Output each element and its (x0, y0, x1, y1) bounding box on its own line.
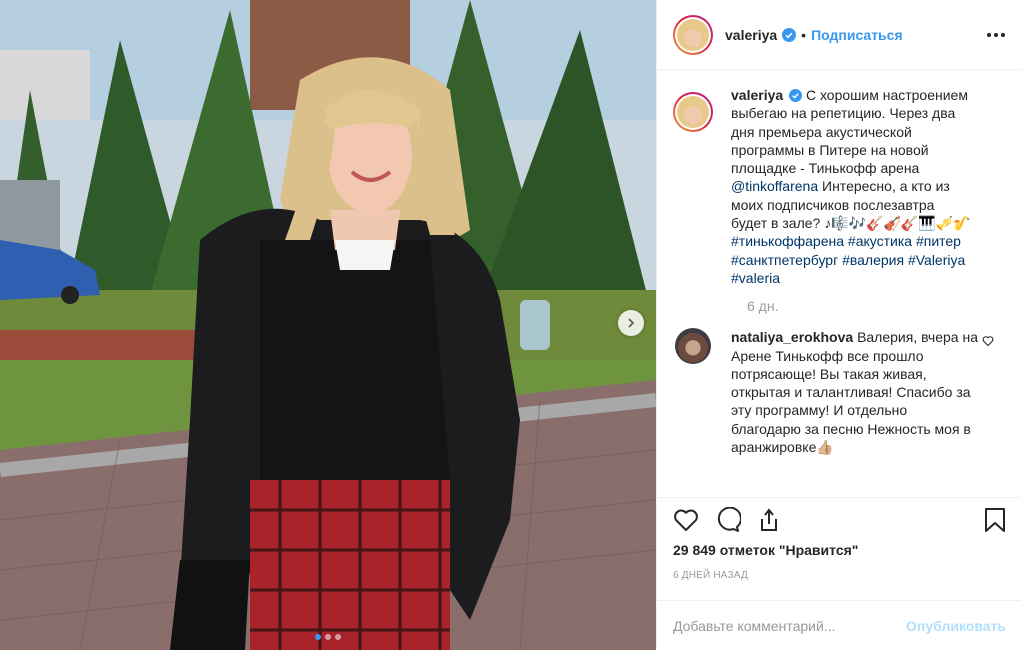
carousel-dot-3 (335, 634, 341, 640)
carousel-next-button[interactable] (618, 310, 644, 336)
caption-emoji: ♪🎼🎶🎸🎻🎸🎹🎺🎷 (824, 215, 971, 232)
caption-time[interactable]: 6 дн. (747, 298, 1006, 314)
post-photo[interactable] (0, 0, 656, 650)
caption-text: valeriya С хорошим настроением выбегаю н… (731, 86, 971, 287)
verified-badge-icon (782, 27, 797, 42)
carousel-dot-2 (325, 634, 331, 640)
post-header: valeriya • Подписаться (657, 0, 1021, 70)
carousel-dot-1 (315, 634, 321, 640)
header-separator: • (801, 26, 807, 43)
heart-icon[interactable] (673, 508, 699, 532)
caption-hashtags[interactable]: #тинькоффарена #акустика #питер #санктпе… (731, 233, 965, 286)
comments-section[interactable]: valeriya С хорошим настроением выбегаю н… (657, 70, 1021, 497)
more-options-icon[interactable] (987, 32, 1005, 37)
comment-text: nataliya_erokhova Валерия, вчера на Арен… (731, 328, 979, 456)
publish-button[interactable]: Опубликовать (906, 618, 1006, 634)
likes-count[interactable]: 29 849 отметок "Нравится" (673, 542, 1006, 558)
action-icons (673, 500, 1006, 540)
photo-illustration (0, 0, 656, 650)
add-comment-bar: Опубликовать (657, 600, 1021, 650)
commenter-avatar[interactable] (675, 328, 711, 365)
comment-item: nataliya_erokhova Валерия, вчера на Арен… (673, 328, 1006, 456)
verified-badge-icon (789, 89, 803, 102)
caption-avatar[interactable] (673, 92, 713, 132)
author-username[interactable]: valeriya (725, 27, 777, 43)
comment-like-heart-icon[interactable] (982, 334, 994, 350)
chevron-right-icon (626, 318, 636, 328)
caption-username[interactable]: valeriya (731, 87, 783, 103)
share-icon[interactable] (757, 507, 781, 533)
bookmark-icon[interactable] (984, 507, 1006, 533)
follow-button[interactable]: Подписаться (811, 27, 903, 43)
caption-mention-link[interactable]: @tinkoffarena (731, 178, 818, 194)
comment-icon[interactable] (715, 507, 741, 533)
post-timestamp[interactable]: 6 ДНЕЙ НАЗАД (673, 570, 1006, 581)
post-actions: 29 849 отметок "Нравится" 6 ДНЕЙ НАЗАД (657, 497, 1021, 581)
comment-input[interactable] (673, 617, 907, 634)
author-avatar[interactable] (673, 14, 713, 55)
post-caption: valeriya С хорошим настроением выбегаю н… (673, 86, 1006, 287)
post-panel: valeriya • Подписаться valeriya С хороши… (656, 0, 1021, 650)
carousel-dots (0, 634, 656, 640)
comment-body: Валерия, вчера на Арене Тинькофф все про… (731, 329, 978, 456)
commenter-username[interactable]: nataliya_erokhova (731, 329, 853, 345)
